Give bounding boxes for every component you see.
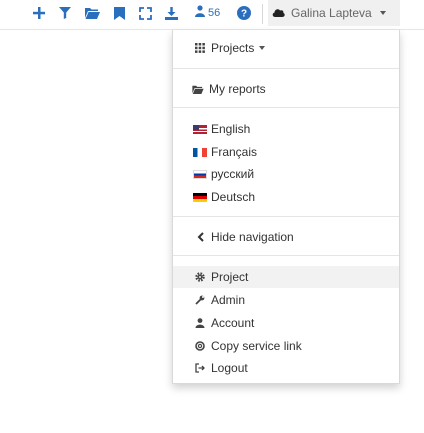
gear-icon — [193, 272, 207, 282]
bookmark-icon[interactable] — [112, 4, 126, 22]
language-item-english[interactable]: English — [173, 120, 399, 138]
projects-menu-item[interactable]: Projects — [173, 39, 399, 57]
chevron-down-icon — [259, 46, 266, 50]
menu-divider — [173, 107, 399, 108]
hide-navigation-label: Hide navigation — [211, 230, 294, 244]
language-label: English — [211, 122, 251, 136]
help-icon[interactable]: ? — [236, 4, 252, 22]
wrench-icon — [193, 295, 207, 305]
copy-service-link-menu-item[interactable]: Copy service link — [173, 337, 399, 355]
menu-divider — [173, 68, 399, 69]
settings-label: Project — [211, 270, 249, 284]
svg-text:?: ? — [241, 9, 247, 20]
language-label: русский — [211, 167, 255, 181]
menu-divider — [173, 216, 399, 217]
users-badge[interactable]: 56 — [194, 5, 220, 20]
language-label: Deutsch — [211, 190, 256, 204]
account-menu-item[interactable]: Account — [173, 314, 399, 332]
settings-label: Admin — [211, 293, 246, 307]
hide-navigation-menu-item[interactable]: Hide navigation — [173, 228, 399, 246]
download-icon[interactable] — [164, 4, 178, 22]
chevron-left-icon — [193, 232, 207, 242]
user-name: Galina Lapteva — [291, 6, 372, 20]
us-flag-icon — [193, 124, 207, 134]
project-settings-menu-item[interactable]: Project — [173, 266, 399, 288]
grid-icon — [193, 43, 207, 53]
users-icon — [194, 5, 206, 20]
my-reports-menu-item[interactable]: My reports — [173, 80, 399, 98]
logout-icon — [193, 363, 207, 373]
settings-label: Copy service link — [211, 339, 302, 353]
language-item-german[interactable]: Deutsch — [173, 188, 399, 206]
folder-icon — [191, 85, 205, 94]
toolbar: 56 ? Galina Lapteva — [0, 0, 424, 30]
expand-icon[interactable] — [138, 4, 152, 22]
logout-menu-item[interactable]: Logout — [173, 359, 399, 377]
chevron-down-icon — [379, 11, 386, 15]
cloud-icon — [272, 6, 285, 20]
language-item-russian[interactable]: русский — [173, 165, 399, 183]
user-menu-toggle[interactable]: Galina Lapteva — [268, 0, 400, 26]
settings-label: Logout — [211, 361, 248, 375]
projects-label: Projects — [211, 41, 255, 55]
user-icon — [193, 318, 207, 328]
folder-icon[interactable] — [84, 4, 100, 22]
fr-flag-icon — [193, 147, 207, 157]
ru-flag-icon — [193, 169, 207, 179]
filter-icon[interactable] — [58, 4, 72, 22]
menu-divider — [173, 255, 399, 256]
language-label: Français — [211, 145, 258, 159]
my-reports-label: My reports — [209, 82, 266, 96]
plus-icon[interactable] — [32, 4, 46, 22]
toolbar-divider — [262, 4, 263, 24]
language-item-french[interactable]: Français — [173, 143, 399, 161]
user-dropdown-menu: Projects My reports English Français рус… — [172, 30, 400, 384]
admin-menu-item[interactable]: Admin — [173, 291, 399, 309]
users-count: 56 — [208, 6, 221, 19]
settings-label: Account — [211, 316, 255, 330]
de-flag-icon — [193, 192, 207, 202]
lifebuoy-icon — [193, 341, 207, 351]
